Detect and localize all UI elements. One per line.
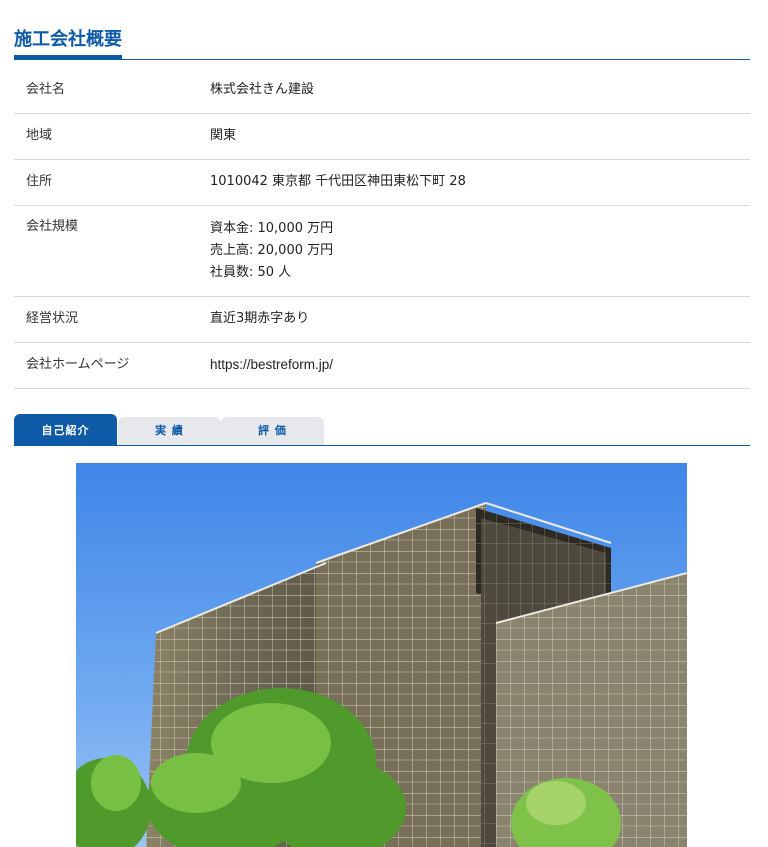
table-row-business-status: 経営状況 直近3期赤字あり	[14, 297, 750, 343]
business-status-value: 直近3期赤字あり	[210, 311, 310, 326]
row-label: 会社規模	[26, 219, 79, 234]
table-row-company-name: 会社名 株式会社きん建設	[14, 68, 750, 114]
region-value: 関東	[210, 128, 237, 143]
company-scale-value: 資本金: 10,000 万円 売上高: 20,000 万円 社員数: 50 人	[198, 206, 750, 297]
row-label: 会社ホームページ	[26, 357, 130, 372]
row-label: 会社名	[26, 82, 66, 97]
section-title: 施工会社概要	[14, 28, 122, 59]
section-heading: 施工会社概要	[14, 28, 750, 60]
construction-site-photo	[76, 463, 687, 847]
row-label: 地域	[26, 128, 53, 143]
company-info-table: 会社名 株式会社きん建設 地域 関東 住所 1010042 東京都 千代田区神田…	[14, 68, 750, 389]
company-profile-page: 施工会社概要 会社名 株式会社きん建設 地域 関東 住所 1010042 東京都…	[0, 0, 768, 847]
sales-value: 売上高: 20,000 万円	[210, 243, 334, 258]
row-label: 住所	[26, 174, 53, 189]
table-row-homepage: 会社ホームページ https://bestreform.jp/	[14, 343, 750, 389]
company-name-value: 株式会社きん建設	[210, 82, 315, 97]
tab-self-introduction[interactable]: 自己紹介	[14, 414, 117, 445]
homepage-link[interactable]: https://bestreform.jp/	[198, 343, 750, 389]
tab-achievements[interactable]: 実 績	[118, 417, 221, 445]
profile-tabs: 自己紹介 実 績 評 価	[14, 414, 750, 446]
capital-value: 資本金: 10,000 万円	[210, 221, 334, 236]
table-row-region: 地域 関東	[14, 114, 750, 160]
row-label: 経営状況	[26, 311, 79, 326]
employees-value: 社員数: 50 人	[210, 265, 292, 280]
table-row-company-scale: 会社規模 資本金: 10,000 万円 売上高: 20,000 万円 社員数: …	[14, 206, 750, 297]
tab-reviews[interactable]: 評 価	[221, 417, 324, 445]
table-row-address: 住所 1010042 東京都 千代田区神田東松下町 28	[14, 160, 750, 206]
address-value: 1010042 東京都 千代田区神田東松下町 28	[210, 174, 466, 189]
